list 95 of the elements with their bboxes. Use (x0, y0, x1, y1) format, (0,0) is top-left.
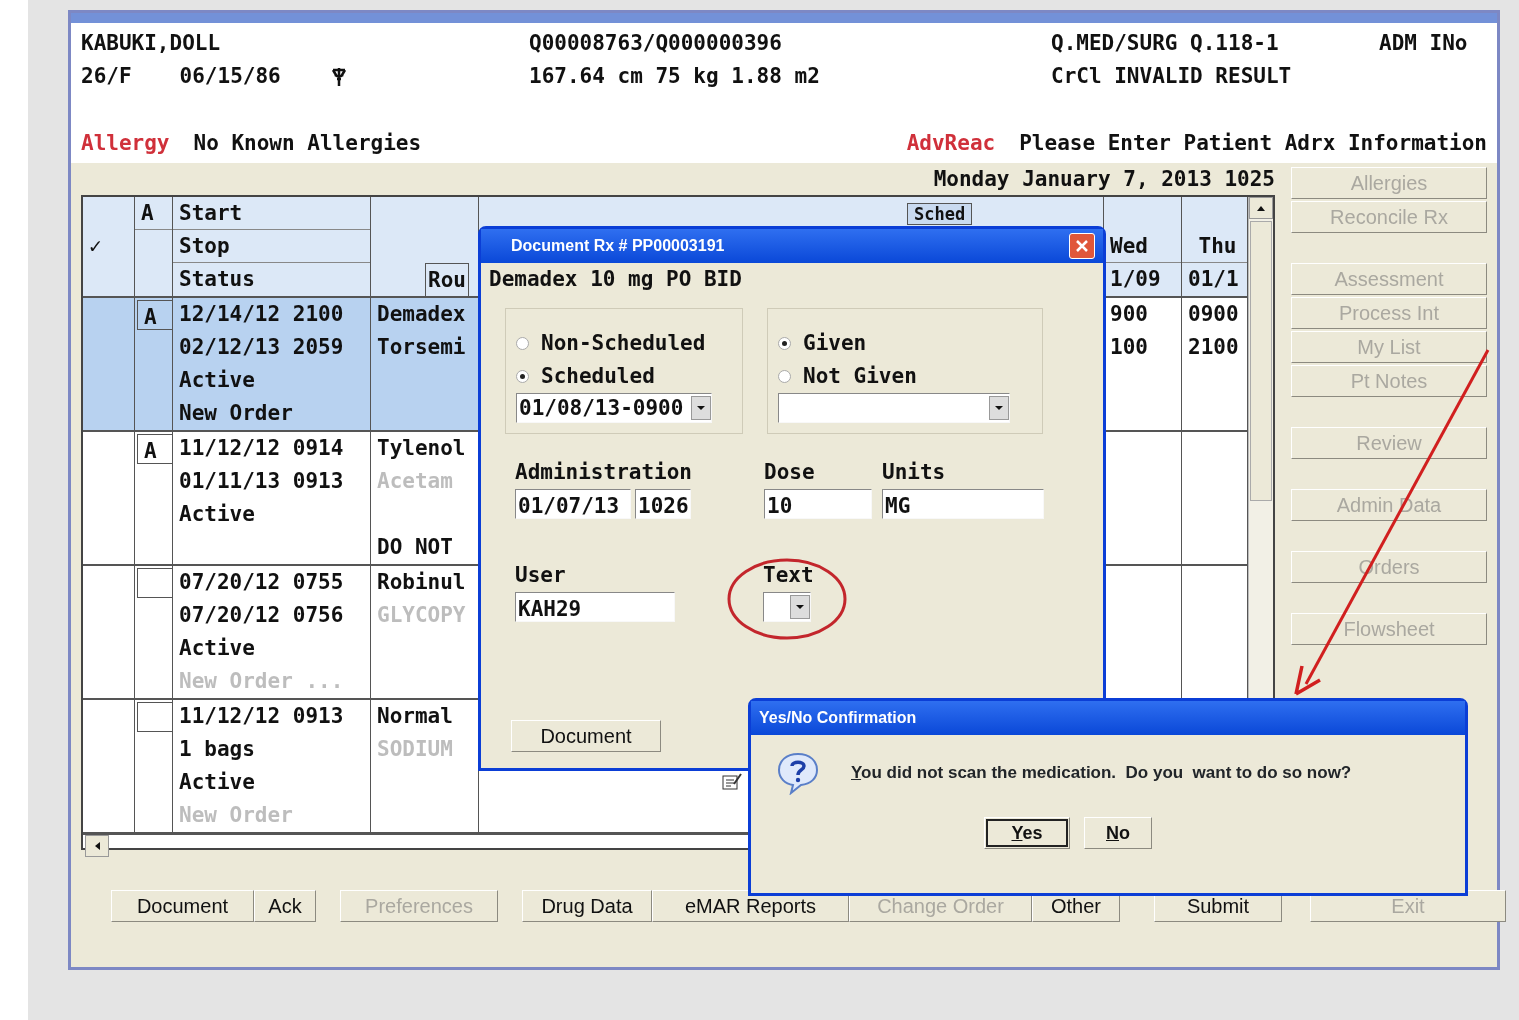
close-button[interactable] (1069, 233, 1095, 259)
table-cell-text: 12/14/12 2100 (178, 301, 345, 328)
table-cell-text: New Order (178, 802, 294, 829)
close-icon (1075, 239, 1089, 253)
order-text: Demadex 10 mg PO BID (489, 266, 743, 293)
column-header: Stop (173, 230, 370, 263)
column-header: Start (173, 197, 370, 230)
check-mark: ✓ (88, 233, 103, 260)
table-cell-text: Tylenol (376, 435, 467, 462)
toolbar-button[interactable]: Ack (254, 890, 316, 922)
table-cell-text: 100 (1109, 334, 1149, 361)
document-button[interactable]: Document (511, 720, 661, 752)
question-icon (775, 751, 821, 795)
scroll-left-button[interactable] (85, 834, 109, 857)
allergy-label: Allergy (81, 130, 170, 157)
table-cell-text: 01/11/13 0913 (178, 468, 345, 495)
crcl-result: CrCl INVALID RESULT (1051, 63, 1293, 90)
toolbar-button[interactable]: eMAR Reports (652, 890, 849, 922)
table-cell-text: Active (178, 501, 256, 528)
table-cell-text: SODIUM (376, 736, 454, 763)
column-header: 1/09 (1109, 266, 1162, 293)
account-number: Q00008763/Q000000396 (529, 30, 783, 57)
column-header: Sched (907, 203, 973, 225)
note-icon (722, 772, 742, 791)
radio-option[interactable]: Not Given (778, 360, 1032, 393)
table-cell-text: 07/20/12 0755 (178, 569, 345, 596)
table-cell-text: Active (178, 769, 256, 796)
user-field[interactable]: KAH29 (515, 592, 675, 622)
dialog-button[interactable]: Yes (984, 817, 1070, 849)
table-cell-text: New Order (178, 400, 294, 427)
acknowledge-box[interactable] (137, 568, 173, 598)
scroll-up-button[interactable] (1249, 197, 1273, 219)
dropdown-arrow-icon (795, 604, 805, 610)
admission-status: ADM INo (1379, 30, 1469, 57)
patient-location: Q.MED/SURG Q.118-1 (1051, 30, 1280, 57)
toolbar-button[interactable]: Drug Data (522, 890, 652, 922)
table-cell-text: 2100 (1187, 334, 1240, 361)
adverse-reaction-label: AdvReac (906, 130, 996, 157)
dialog-title: Document Rx # PP00003191 (511, 236, 725, 256)
reason-dropdown[interactable] (778, 393, 1010, 423)
table-cell-text: 1 bags (178, 736, 256, 763)
scrollbar-thumb[interactable] (1250, 221, 1272, 501)
dialog-title: Yes/No Confirmation (759, 708, 917, 728)
age-sex: 26/F (81, 63, 132, 90)
left-arrow-icon (93, 840, 101, 851)
table-cell-text: 02/12/13 2059 (178, 334, 345, 361)
table-cell-text: 07/20/12 0756 (178, 602, 345, 629)
table-cell-text: Active (178, 367, 256, 394)
birth-date: 06/15/86 (179, 63, 281, 90)
column-header: Rou (425, 263, 469, 296)
column-header: Status (178, 266, 256, 293)
date-time: Monday January 7, 2013 1025 (933, 167, 1275, 191)
table-cell-text: Demadex (376, 301, 467, 328)
table-cell-text: 11/12/12 0913 (178, 703, 345, 730)
column-header: 01/1 (1187, 266, 1240, 293)
table-cell-text: New Order ... (178, 668, 345, 695)
table-cell-text: Torsemi (376, 334, 467, 361)
table-cell-text: DO NOT (376, 534, 454, 561)
text-dropdown[interactable] (763, 592, 811, 622)
acknowledge-cell[interactable]: A (137, 434, 173, 464)
acknowledge-cell[interactable]: A (137, 300, 173, 330)
allergy-text: No Known Allergies (193, 130, 422, 157)
date-field[interactable]: 01/07/13 (515, 489, 631, 519)
table-cell-text: Normal (376, 703, 454, 730)
dialog-button[interactable]: No (1084, 817, 1152, 849)
field-label: Units (882, 459, 947, 486)
up-arrow-icon (1256, 204, 1266, 212)
adverse-reaction-text: Please Enter Patient Adrx Information (1019, 130, 1487, 157)
patient-name: KABUKI,DOLL (81, 30, 222, 57)
acknowledge-box[interactable] (137, 702, 173, 732)
column-header: Thu (1182, 230, 1247, 263)
table-cell-text: 11/12/12 0914 (178, 435, 345, 462)
table-cell-text: GLYCOPY (376, 602, 467, 629)
column-header: A (135, 197, 172, 230)
table-cell-text: Robinul (376, 569, 467, 596)
toolbar-button[interactable]: Document (111, 890, 254, 922)
schedule-dropdown[interactable]: 01/08/13-0900 (516, 393, 712, 423)
table-cell-text: 900 (1109, 301, 1149, 328)
table-cell-text: Acetam (376, 468, 454, 495)
time-field[interactable]: 1026 (635, 489, 691, 519)
units-field[interactable]: MG (882, 489, 1044, 519)
table-cell-text: 0900 (1187, 301, 1240, 328)
field-label: Administration (515, 459, 692, 486)
radio-option[interactable]: Scheduled (516, 360, 732, 393)
field-label: User (515, 562, 567, 589)
table-cell-text: Active (178, 635, 256, 662)
radio-option[interactable]: Non-Scheduled (516, 327, 732, 360)
dropdown-arrow-icon (994, 405, 1004, 411)
patient-measurements: 167.64 cm 75 kg 1.88 m2 (529, 63, 821, 90)
field-label: Text (763, 562, 814, 589)
radio-option[interactable]: Given (778, 327, 1032, 360)
dose-field[interactable]: 10 (764, 489, 872, 519)
dialog-message: You did not scan the medication. Do you want to do so now? (851, 762, 1352, 785)
field-label: Dose (764, 459, 816, 486)
dropdown-arrow-icon (696, 405, 706, 411)
